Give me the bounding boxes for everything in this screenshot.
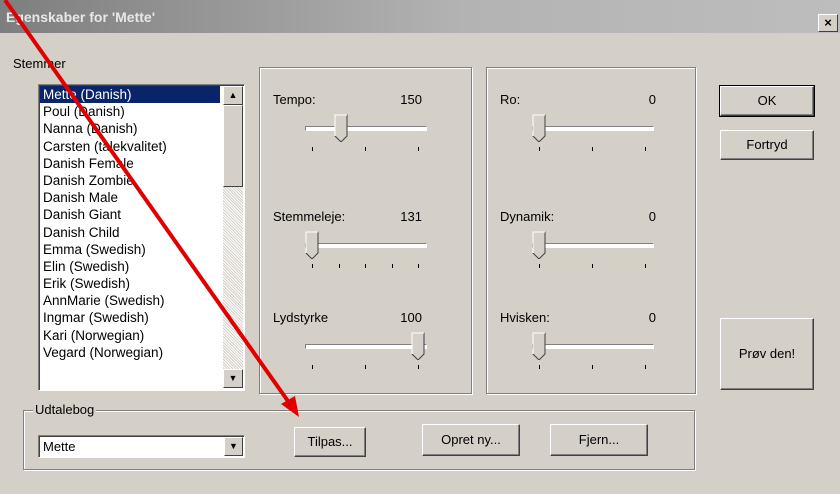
annotation-arrow-icon — [3, 0, 299, 417]
